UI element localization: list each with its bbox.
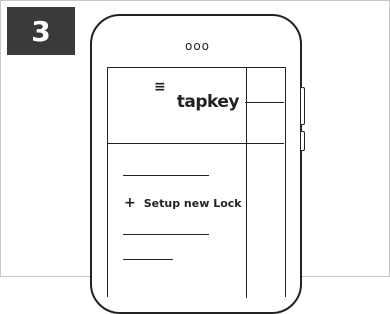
phone-side-button-bottom <box>301 131 305 151</box>
menu-item-label: Setup new Lock <box>143 196 242 210</box>
menu-item-setup-new-lock[interactable]: + Setup new Lock <box>124 195 242 211</box>
menu-placeholder-line <box>123 234 209 235</box>
step-number-badge: 3 <box>7 7 75 55</box>
menu-placeholder-line <box>123 175 209 176</box>
brand-logo-text: tapkey <box>176 92 240 112</box>
menu-placeholder-line <box>123 259 173 260</box>
phone-side-button-top <box>301 87 305 125</box>
menu-tab-divider <box>245 102 284 103</box>
plus-icon: + <box>124 195 136 211</box>
phone-speaker: ooo <box>185 39 211 53</box>
illustration-frame: 3 ooo tapkey ≡ + Setup new Lock <box>0 0 390 314</box>
hamburger-menu-icon[interactable]: ≡ <box>154 79 166 95</box>
step-number: 3 <box>31 14 51 48</box>
